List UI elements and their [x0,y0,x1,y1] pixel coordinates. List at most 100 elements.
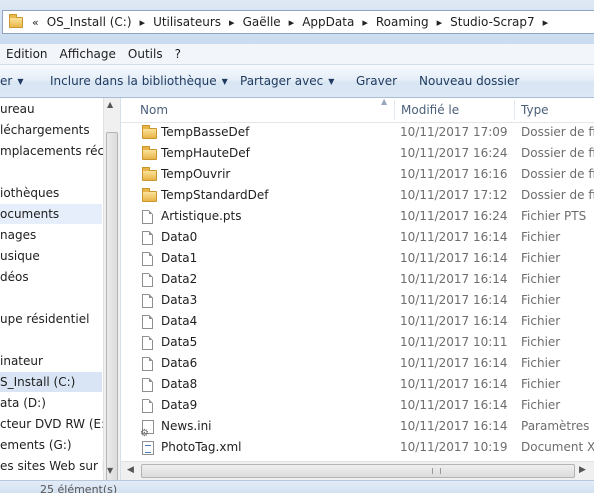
nav-item-videos[interactable]: déos [0,267,29,287]
sort-ascending-icon: ▲ [381,97,388,106]
file-type: Fichier PTS [521,209,587,223]
nav-item-music[interactable]: usique [0,246,40,266]
scroll-down-icon[interactable]: ▼ [107,466,113,475]
file-list: TempBasseDef 10/11/2017 17:09 Dossier de f… [121,122,594,460]
file-row[interactable]: Data5 10/11/2017 10:11 Fichier [121,332,594,353]
column-header-name[interactable]: Nom [140,98,168,122]
column-header-modified[interactable]: Modifié le [401,98,459,122]
file-icon [142,357,153,371]
breadcrumb-user[interactable]: Gaëlle [240,15,284,29]
chevron-right-icon[interactable]: ▸ [224,16,240,29]
chevron-right-icon[interactable]: ▸ [284,16,300,29]
folder-icon [9,13,23,28]
chevron-right-icon[interactable]: ▸ [135,16,151,29]
file-row[interactable]: Data9 10/11/2017 16:14 Fichier [121,395,594,416]
menu-help[interactable]: ? [169,47,187,61]
column-header-row: ▲ Nom Modifié le Type [121,97,594,123]
file-row[interactable]: TempBasseDef 10/11/2017 17:09 Dossier de f… [121,122,594,143]
breadcrumb-users[interactable]: Utilisateurs [150,15,224,29]
breadcrumb-roaming[interactable]: Roaming [373,15,432,29]
file-row[interactable]: Artistique.pts 10/11/2017 16:24 Fichier PT… [121,206,594,227]
settings-file-icon [140,420,154,444]
nav-item-pictures[interactable]: nages [0,225,36,245]
new-folder-button[interactable]: Nouveau dossier [419,74,519,88]
file-name: TempStandardDef [161,188,269,202]
scroll-thumb[interactable] [106,132,118,482]
menu-outils[interactable]: Outils [122,47,169,61]
file-row[interactable]: Data2 10/11/2017 16:14 Fichier [121,269,594,290]
nav-item-drive-d[interactable]: ata (D:) [0,393,46,413]
folder-icon [142,167,157,181]
nav-item-computer[interactable]: inateur [0,351,43,371]
file-icon [142,378,153,392]
breadcrumb-drive[interactable]: OS_Install (C:) [44,15,135,29]
file-row[interactable]: Data0 10/11/2017 16:14 Fichier [121,227,594,248]
nav-item-libraries[interactable]: iothèques [0,183,59,203]
scroll-up-icon[interactable]: ▲ [107,100,113,109]
scroll-thumb[interactable] [141,464,575,478]
file-icon [142,210,153,224]
file-name: Data6 [161,356,198,370]
breadcrumb-overflow[interactable]: « [27,16,44,29]
file-icon [142,231,153,245]
file-row[interactable]: News.ini 10/11/2017 16:14 Paramètres de [121,416,594,444]
scroll-left-icon[interactable]: ◀ [127,465,134,475]
burn-button[interactable]: Graver [356,74,397,88]
file-icon [142,210,153,224]
nav-item-documents[interactable]: ocuments [0,204,102,224]
file-type: Fichier [521,398,561,412]
file-modified-date: 10/11/2017 10:19 [400,440,508,454]
file-row[interactable]: TempStandardDef 10/11/2017 17:12 Dossier d… [121,185,594,206]
file-row[interactable]: Data4 10/11/2017 16:14 Fichier [121,311,594,332]
menu-edition[interactable]: Edition [0,47,54,61]
file-row[interactable]: Data3 10/11/2017 16:14 Fichier [121,290,594,311]
organize-label: er [0,74,13,88]
file-modified-date: 10/11/2017 16:14 [400,398,508,412]
menu-affichage[interactable]: Affichage [54,47,122,61]
horizontal-scrollbar[interactable]: ◀ ▶ [121,461,594,480]
file-type: Dossier de fich [521,188,594,202]
dropdown-arrow-icon: ▼ [221,77,228,86]
breadcrumb-appdata[interactable]: AppData [299,15,357,29]
nav-item-desktop[interactable]: ureau [0,99,35,119]
nav-item-drive-c[interactable]: S_Install (C:) [0,372,102,392]
nav-vertical-scrollbar[interactable]: ▲ ▼ [103,98,120,482]
file-modified-date: 10/11/2017 16:14 [400,230,508,244]
file-icon [142,336,153,350]
organize-button[interactable]: er ▼ [0,74,23,88]
file-icon [142,315,153,329]
file-row[interactable]: PhotoTag.xml 10/11/2017 10:19 Document XM [121,437,594,458]
column-header-type[interactable]: Type [521,98,549,122]
breadcrumb-current[interactable]: Studio-Scrap7 [447,15,538,29]
nav-item-web-sites[interactable]: es sites Web sur MS [0,456,120,476]
folder-icon [142,188,157,202]
xml-file-icon [142,441,154,455]
nav-item-homegroup[interactable]: upe résidentiel [0,309,89,329]
status-bar: 25 élément(s) [0,480,594,493]
file-icon [142,399,153,413]
file-row[interactable]: TempOuvrir 10/11/2017 16:16 Dossier de fic… [121,164,594,185]
nav-item-downloads[interactable]: léchargements [0,120,90,140]
file-row[interactable]: Data8 10/11/2017 16:14 Fichier [121,374,594,395]
file-row[interactable]: Data6 10/11/2017 16:14 Fichier [121,353,594,374]
dropdown-arrow-icon: ▼ [328,77,335,86]
file-modified-date: 10/11/2017 16:14 [400,314,508,328]
file-row[interactable]: TempHauteDef 10/11/2017 16:24 Dossier de f… [121,143,594,164]
file-name: TempOuvrir [161,167,231,181]
chevron-right-icon[interactable]: ▸ [357,16,373,29]
chevron-right-icon[interactable]: ▸ [432,16,448,29]
scroll-right-icon[interactable]: ▶ [579,465,586,475]
address-bar[interactable]: « OS_Install (C:) ▸ Utilisateurs ▸ Gaëll… [2,10,594,34]
column-divider[interactable] [394,100,395,120]
chevron-right-icon[interactable]: ▸ [538,16,554,29]
include-in-library-button[interactable]: Inclure dans la bibliothèque ▼ [50,74,228,88]
nav-item-drive-g[interactable]: ements (G:) [0,435,72,455]
share-label: Partager avec [240,74,324,88]
folder-icon [142,125,157,139]
file-row[interactable]: Data1 10/11/2017 16:14 Fichier [121,248,594,269]
file-type: Dossier de fich [521,146,594,160]
file-type: Fichier [521,251,561,265]
column-divider[interactable] [514,100,515,120]
share-with-button[interactable]: Partager avec ▼ [240,74,334,88]
file-icon [142,294,153,308]
